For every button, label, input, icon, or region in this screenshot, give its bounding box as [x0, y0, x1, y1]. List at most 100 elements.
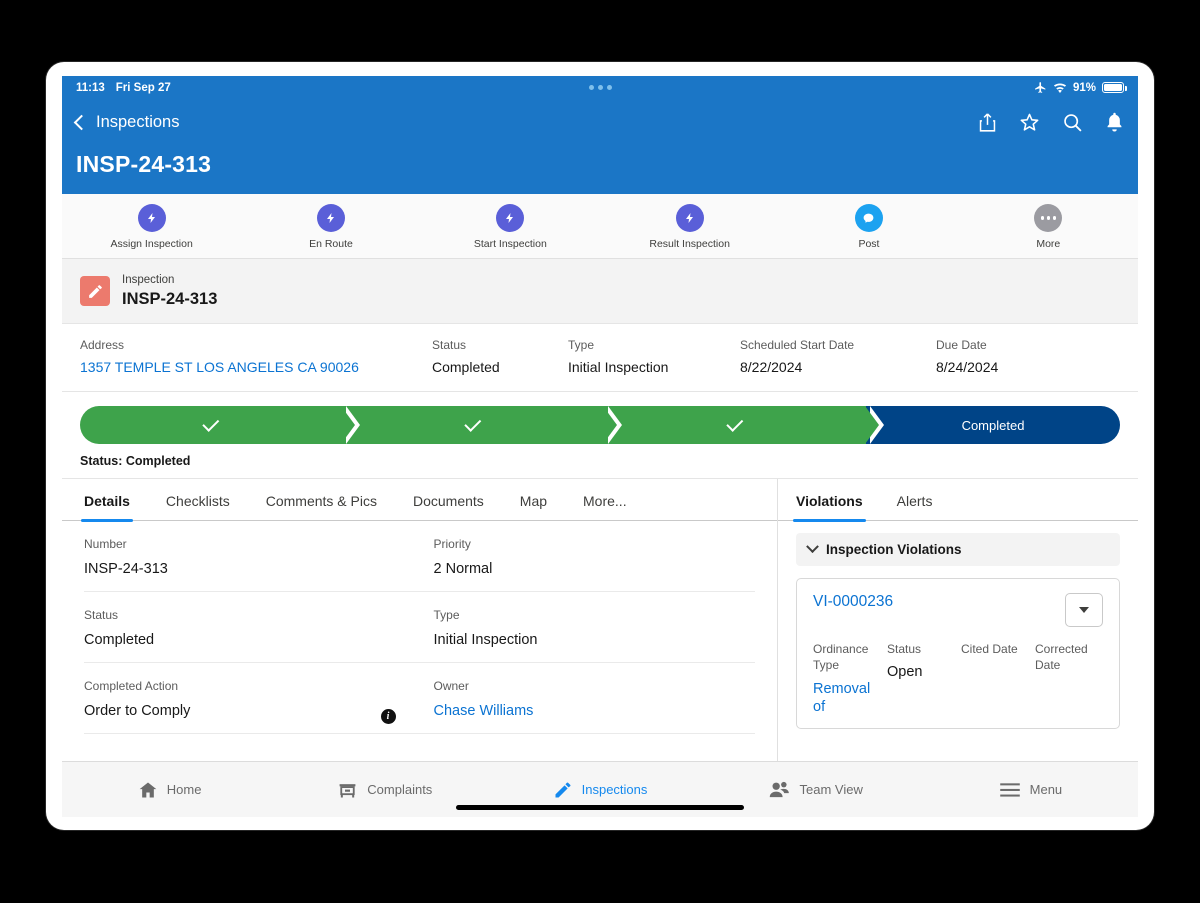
- field-label: Status: [432, 338, 467, 353]
- tab-documents[interactable]: Documents: [413, 493, 484, 520]
- action-label: Assign Inspection: [110, 238, 193, 250]
- field-value: Completed: [84, 632, 155, 649]
- field-value: Initial Inspection: [433, 632, 538, 649]
- tab-map[interactable]: Map: [520, 493, 547, 520]
- violation-col-status: Status Open: [887, 641, 955, 716]
- nav-item-home[interactable]: Home: [62, 780, 277, 800]
- tab-violations[interactable]: Violations: [793, 493, 866, 522]
- column-label: Cited Date: [961, 642, 1018, 657]
- inspection-violations-section-header[interactable]: Inspection Violations: [796, 533, 1120, 567]
- record-object-label: Inspection: [122, 274, 175, 286]
- field-label: Scheduled Start Date: [740, 338, 855, 353]
- lightning-bolt-icon: [316, 204, 345, 232]
- field-value: 8/22/2024: [740, 359, 803, 376]
- nav-item-complaints[interactable]: Complaints: [277, 780, 492, 800]
- nav-label: Inspections: [581, 782, 648, 797]
- highlight-field-due-date: Due Date 8/24/2024: [936, 338, 998, 375]
- battery-percent-label: 91%: [1072, 81, 1096, 94]
- tab-alerts[interactable]: Alerts: [897, 493, 933, 520]
- action-post[interactable]: Post: [779, 204, 958, 250]
- chevron-down-icon: [806, 540, 819, 554]
- column-label: Ordinance Type: [813, 642, 869, 673]
- back-label: Inspections: [96, 112, 180, 131]
- field-label: Type: [433, 608, 460, 623]
- detail-field-number[interactable]: Number INSP-24-313: [84, 521, 420, 593]
- highlight-field-type: Type Initial Inspection: [568, 338, 740, 375]
- action-label: Result Inspection: [649, 238, 730, 250]
- action-start-inspection[interactable]: Start Inspection: [421, 204, 600, 250]
- nav-label: Team View: [799, 782, 863, 797]
- record-header-top: Inspection INSP-24-313: [62, 259, 1138, 325]
- notifications-bell-icon[interactable]: [1105, 111, 1124, 133]
- column-label: Corrected Date: [1035, 642, 1088, 673]
- path-step-4-current[interactable]: Completed: [866, 406, 1120, 445]
- path-status-text: Status: Completed: [80, 454, 191, 469]
- nav-item-menu[interactable]: Menu: [923, 782, 1138, 798]
- field-label: Priority: [433, 537, 471, 552]
- tablet-device-frame: 11:13 Fri Sep 27 91% Inspections INSP-24…: [46, 62, 1154, 830]
- status-bar-left: 11:13 Fri Sep 27: [76, 82, 171, 94]
- more-ellipsis-icon: [1034, 204, 1063, 232]
- highlight-field-scheduled-start-date: Scheduled Start Date 8/22/2024: [740, 338, 936, 375]
- action-assign-inspection[interactable]: Assign Inspection: [62, 204, 241, 250]
- column-value-link[interactable]: Removal of: [813, 680, 881, 716]
- favorite-star-icon[interactable]: [1019, 112, 1040, 133]
- field-label: Status: [84, 608, 119, 623]
- search-icon[interactable]: [1062, 112, 1083, 133]
- detail-field-completed-action[interactable]: Completed Action Order to Comply i: [84, 663, 420, 735]
- path-step-3-complete[interactable]: [604, 406, 884, 445]
- left-pane-tabbar: Details Checklists Comments & Pics Docum…: [62, 479, 777, 522]
- complaints-icon: [339, 783, 356, 797]
- nav-item-inspections[interactable]: Inspections: [492, 780, 707, 800]
- nav-item-team-view[interactable]: Team View: [708, 780, 923, 800]
- app-header: Inspections INSP-24-313: [62, 99, 1138, 194]
- detail-field-status[interactable]: Status Completed: [84, 592, 420, 664]
- tab-details[interactable]: Details: [81, 493, 133, 522]
- left-pane: Details Checklists Comments & Pics Docum…: [62, 479, 778, 761]
- record-highlight-fields: Address 1357 TEMPLE ST LOS ANGELES CA 90…: [62, 324, 1138, 393]
- home-icon: [139, 782, 157, 797]
- record-header-text: Inspection INSP-24-313: [122, 273, 217, 309]
- field-value: Initial Inspection: [568, 359, 669, 376]
- field-value: Completed: [432, 359, 500, 376]
- back-to-inspections-button[interactable]: Inspections: [73, 112, 180, 132]
- action-result-inspection[interactable]: Result Inspection: [600, 204, 779, 250]
- detail-field-type[interactable]: Type Initial Inspection: [419, 592, 755, 664]
- record-name: INSP-24-313: [122, 289, 218, 308]
- field-value: 2 Normal: [433, 561, 493, 578]
- field-value-address-link[interactable]: 1357 TEMPLE ST LOS ANGELES CA 90026: [80, 359, 432, 375]
- action-label: Post: [858, 238, 880, 250]
- share-icon[interactable]: [978, 112, 997, 133]
- check-icon: [725, 414, 743, 432]
- status-time: 11:13: [76, 81, 105, 94]
- field-label: Address: [80, 338, 125, 353]
- tab-comments-and-pics[interactable]: Comments & Pics: [266, 493, 377, 520]
- info-help-icon[interactable]: i: [380, 709, 396, 725]
- tab-checklists[interactable]: Checklists: [166, 493, 230, 520]
- detail-field-owner[interactable]: Owner Chase Williams: [419, 663, 756, 735]
- chatter-post-icon: [854, 204, 883, 232]
- quick-action-bar: Assign Inspection En Route Start Inspect…: [62, 194, 1138, 259]
- airplane-icon: [1035, 82, 1046, 93]
- violation-card-header: VI-0000236: [813, 593, 1103, 628]
- violation-row-menu-button[interactable]: [1065, 593, 1103, 628]
- path-step-1-complete[interactable]: [80, 406, 360, 445]
- action-en-route[interactable]: En Route: [241, 204, 420, 250]
- field-value-owner-link[interactable]: Chase Williams: [434, 703, 756, 719]
- highlight-field-status: Status Completed: [432, 338, 568, 375]
- tab-more[interactable]: More...: [583, 493, 627, 520]
- chevron-left-icon: [73, 114, 90, 130]
- header-action-icons: [978, 111, 1124, 133]
- detail-field-priority[interactable]: Priority 2 Normal: [419, 521, 755, 593]
- nav-label: Menu: [1029, 782, 1063, 797]
- details-field-grid: Number INSP-24-313 Priority 2 Normal Sta…: [62, 521, 777, 735]
- field-label: Number: [84, 537, 127, 552]
- action-more[interactable]: More: [959, 204, 1138, 250]
- column-label: Status: [887, 642, 922, 657]
- dynamic-island: [62, 85, 1138, 90]
- violation-id-link[interactable]: VI-0000236: [813, 593, 893, 611]
- right-pane: Violations Alerts Inspection Violations …: [778, 479, 1138, 761]
- path-step-2-complete[interactable]: [342, 406, 622, 445]
- violation-col-corrected-date: Corrected Date: [1035, 641, 1103, 716]
- team-people-icon: [769, 781, 789, 797]
